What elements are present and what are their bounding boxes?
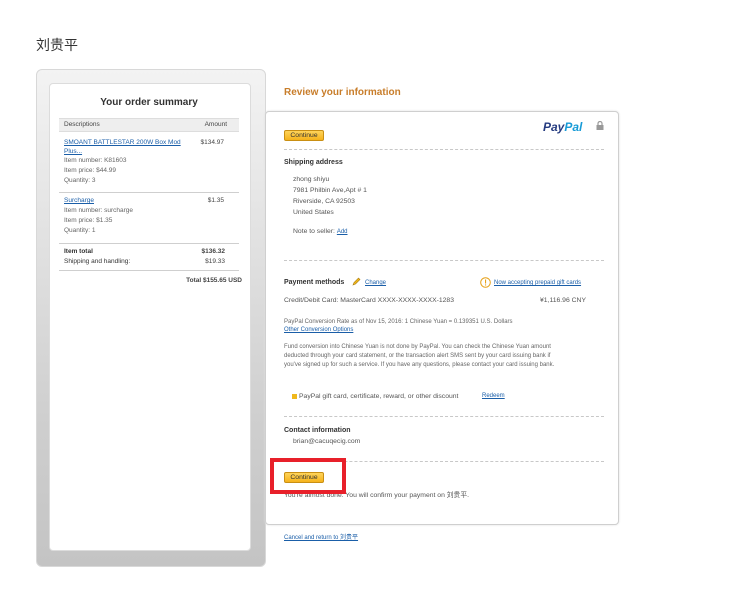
divider bbox=[284, 149, 604, 150]
item-name-link-cont[interactable]: Plus... bbox=[64, 148, 199, 156]
highlight-box bbox=[270, 458, 346, 494]
divider bbox=[284, 416, 604, 417]
shipping-value: $19.33 bbox=[205, 258, 225, 265]
shipping-address-title: Shipping address bbox=[284, 159, 343, 166]
divider bbox=[59, 243, 239, 244]
payment-methods-title: Payment methods bbox=[284, 279, 345, 286]
item-quantity: Quantity: 3 bbox=[64, 177, 96, 184]
merchant-title: 刘贵平 bbox=[36, 37, 78, 53]
divider bbox=[284, 260, 604, 261]
item-amount: $134.97 bbox=[200, 139, 225, 146]
item-total-label: Item total bbox=[64, 248, 93, 255]
contact-email: brian@cacuqecig.com bbox=[293, 438, 361, 445]
contact-info-title: Contact information bbox=[284, 427, 351, 434]
item-name-link[interactable]: SMOANT BATTLESTAR 200W Box Mod bbox=[64, 138, 199, 148]
paypal-logo: PayPal bbox=[543, 120, 583, 134]
item-quantity: Quantity: 1 bbox=[64, 227, 96, 234]
col-amount: Amount bbox=[204, 121, 227, 128]
order-summary-title: Your order summary bbox=[100, 97, 198, 108]
card-line: Credit/Debit Card: MasterCard XXXX-XXXX-… bbox=[284, 297, 454, 304]
gift-card-bullet bbox=[292, 394, 297, 399]
address-line: 7981 Philbin Ave,Apt # 1 bbox=[293, 187, 367, 194]
summary-item: Surcharge Item number: surcharge Item pr… bbox=[64, 196, 199, 236]
item-price: Item price: $44.99 bbox=[64, 167, 117, 174]
item-total-value: $136.32 bbox=[201, 248, 226, 255]
add-note-link[interactable]: Add bbox=[337, 229, 348, 235]
summary-item: SMOANT BATTLESTAR 200W Box Mod Plus... I… bbox=[64, 138, 199, 186]
card-amount: ¥1,116.96 CNY bbox=[540, 297, 586, 304]
address-line: zhong shiyu bbox=[293, 176, 330, 183]
item-amount: $1.35 bbox=[207, 197, 224, 204]
item-number: Item number: K81603 bbox=[64, 157, 127, 164]
divider bbox=[59, 270, 239, 271]
item-name-link[interactable]: Surcharge bbox=[64, 196, 199, 206]
cancel-return-link[interactable]: Cancel and return to 刘贵平 bbox=[284, 534, 358, 543]
continue-button-top[interactable]: Continue bbox=[284, 130, 324, 141]
item-price: Item price: $1.35 bbox=[64, 217, 113, 224]
change-payment-link[interactable]: Change bbox=[365, 280, 386, 286]
pencil-icon bbox=[352, 277, 361, 286]
lock-icon bbox=[596, 121, 604, 130]
redeem-link[interactable]: Redeem bbox=[482, 393, 505, 399]
item-number: Item number: surcharge bbox=[64, 207, 134, 214]
address-line: United States bbox=[293, 209, 334, 216]
summary-table-header: Descriptions Amount bbox=[59, 118, 239, 132]
gift-card-text: PayPal gift card, certificate, reward, o… bbox=[299, 393, 459, 400]
shipping-label: Shipping and handling: bbox=[64, 258, 131, 265]
prepaid-gift-cards-link[interactable]: Now accepting prepaid gift cards bbox=[494, 280, 581, 286]
note-label: Note to seller: bbox=[293, 228, 335, 235]
shipping-address: zhong shiyu 7981 Philbin Ave,Apt # 1 Riv… bbox=[293, 174, 367, 218]
divider bbox=[59, 192, 239, 193]
fund-conversion-notice: Fund conversion into Chinese Yuan is not… bbox=[284, 344, 555, 368]
order-total: Total $155.65 USD bbox=[186, 277, 242, 284]
other-conversion-options-link[interactable]: Other Conversion Options bbox=[284, 326, 353, 335]
info-icon bbox=[480, 277, 491, 288]
address-line: Riverside, CA 92503 bbox=[293, 198, 355, 205]
review-title: Review your information bbox=[284, 87, 401, 98]
note-to-seller: Note to seller: Add bbox=[293, 226, 348, 238]
col-descriptions: Descriptions bbox=[64, 121, 100, 128]
